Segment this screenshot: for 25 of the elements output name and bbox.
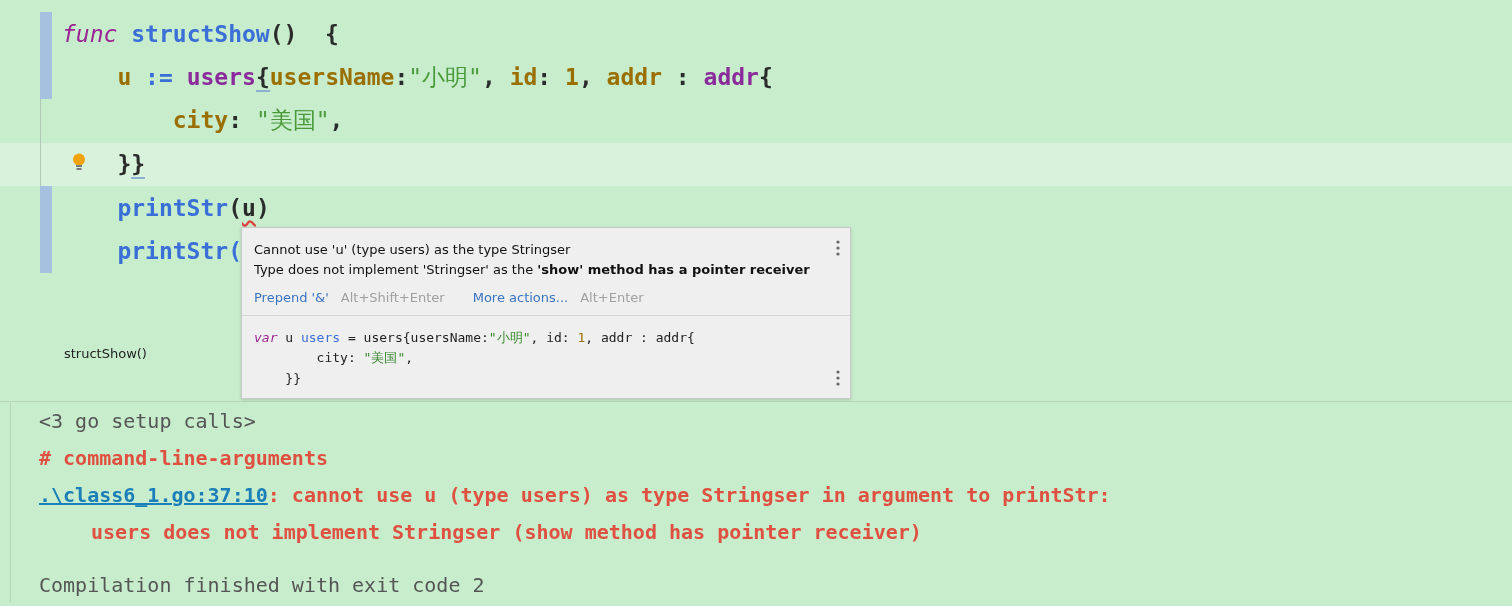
breadcrumb[interactable]: structShow() [64,345,147,361]
code-line: printStr( [116,238,242,265]
file-link[interactable]: .\class6_1.go:37:10 [39,482,268,507]
more-options-icon[interactable] [836,240,840,256]
console-line: users does not implement Stringser (show method has pointer receiver) [90,519,922,544]
console-line: Compilation finished with exit code 2 [39,572,485,597]
console-line: <3 go setup calls> [39,408,256,433]
quick-fix-link[interactable]: Prepend '&' [254,290,329,305]
code-line: city: "美国", [171,106,344,136]
console-line: # command-line-arguments [39,445,328,470]
code-line: printStr(u) [116,194,270,221]
console-line: : cannot use u (type users) as type Stringser in argument to printStr: [267,482,1111,507]
shortcut-hint: Alt+Shift+Enter [340,290,445,305]
code-preview-line: var u users = users{usersName:"小明", id: 1, addr : addr{ [254,329,695,347]
code-preview-line: }} [284,370,301,386]
more-options-icon[interactable] [836,370,840,386]
shortcut-hint: Alt+Enter [580,290,644,305]
code-line: u := users{usersName:"小明", id: 1, addr : addr{ [116,62,773,93]
code-line: }} [116,151,146,178]
code-line: func structShow() { [62,20,339,47]
code-preview-line: city: "美国", [315,349,414,367]
quick-fix-link[interactable]: More actions... [472,290,569,305]
error-message: Type does not implement 'Stringser' as the 'show' method has a pointer receiver [254,261,810,279]
error-message: Cannot use 'u' (type users) as the type Stringser [254,241,572,259]
lightbulb-icon[interactable] [72,152,86,171]
